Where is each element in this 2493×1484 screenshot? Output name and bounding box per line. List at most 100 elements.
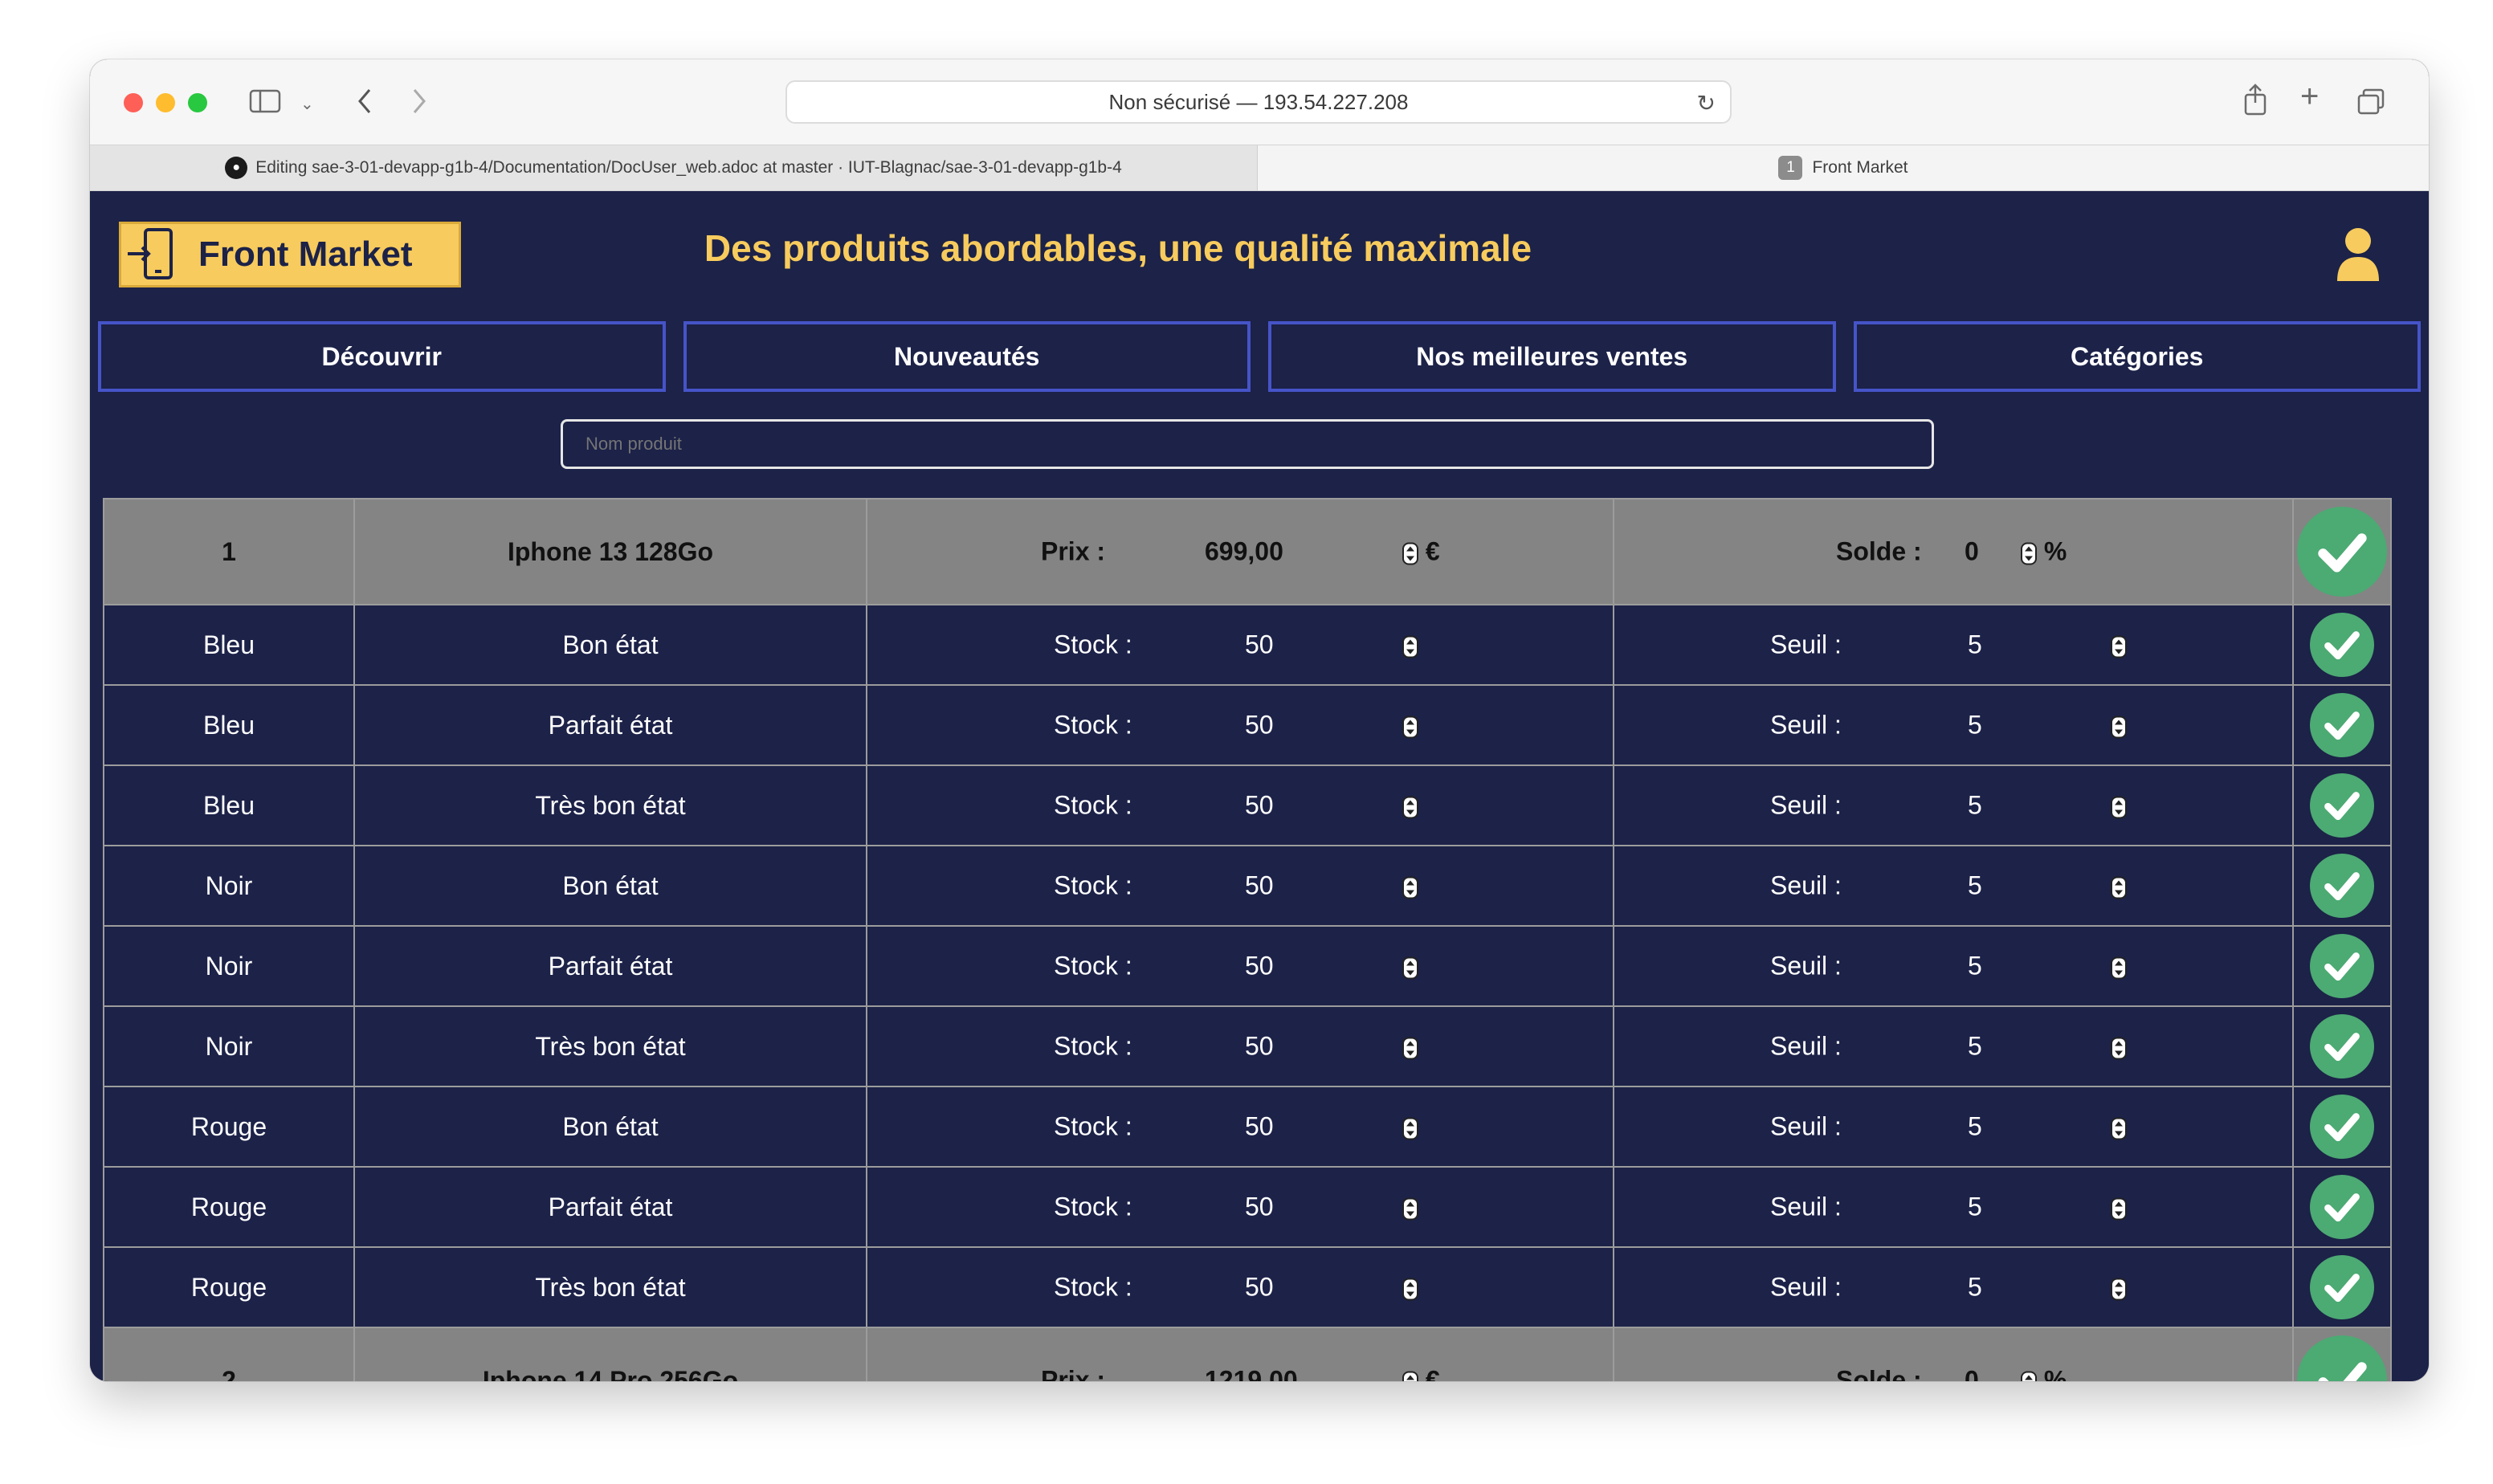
stock-label: Stock : xyxy=(1054,790,1132,820)
stock-stepper[interactable] xyxy=(1402,1112,1418,1142)
confirm-variant-button[interactable] xyxy=(2310,613,2374,677)
stock-cell: Stock : 50 xyxy=(866,1166,1614,1248)
variant-row: Bleu Bon état Stock : 50 Seuil : 5 xyxy=(103,604,2392,686)
variant-row: Bleu Parfait état Stock : 50 Seuil : 5 xyxy=(103,684,2392,766)
sale-stepper[interactable]: % xyxy=(2021,537,2067,567)
nav-nouveautes-button[interactable]: Nouveautés xyxy=(683,321,1251,392)
sale-stepper[interactable]: % xyxy=(2021,1366,2067,1381)
confirm-variant-button[interactable] xyxy=(2310,934,2374,998)
threshold-input[interactable]: 5 xyxy=(1968,952,1982,981)
stock-stepper[interactable] xyxy=(1402,791,1418,821)
sale-input[interactable]: 0 xyxy=(1965,537,1979,567)
browser-toolbar: ⌄ Non sécurisé — 193.54.227.208 ↻ + xyxy=(90,59,2429,145)
threshold-stepper[interactable] xyxy=(2111,711,2127,740)
stock-input[interactable]: 50 xyxy=(1245,1032,1274,1062)
stock-input[interactable]: 50 xyxy=(1245,791,1274,821)
tab-overview-icon[interactable] xyxy=(2356,88,2385,120)
forward-icon[interactable] xyxy=(410,87,429,120)
stock-input[interactable]: 50 xyxy=(1245,1273,1274,1303)
confirm-variant-button[interactable] xyxy=(2310,1175,2374,1239)
stock-stepper[interactable] xyxy=(1402,952,1418,981)
price-stepper[interactable]: € xyxy=(1402,1366,1440,1381)
tab-badge: 1 xyxy=(1778,156,1803,180)
confirm-product-button[interactable] xyxy=(2297,507,2387,597)
threshold-cell: Seuil : 5 xyxy=(1613,764,2294,846)
stepper-icon xyxy=(1402,1371,1418,1381)
threshold-input[interactable]: 5 xyxy=(1968,711,1982,740)
price-label: Prix : xyxy=(1041,1365,1106,1382)
checkmark-icon xyxy=(2324,1113,2360,1142)
stock-stepper[interactable] xyxy=(1402,1273,1418,1303)
new-tab-icon[interactable]: + xyxy=(2300,80,2319,112)
stock-cell: Stock : 50 xyxy=(866,845,1614,927)
confirm-variant-button[interactable] xyxy=(2310,1095,2374,1159)
threshold-stepper[interactable] xyxy=(2111,791,2127,821)
threshold-input[interactable]: 5 xyxy=(1968,630,1982,660)
stock-stepper[interactable] xyxy=(1402,1032,1418,1062)
confirm-variant-button[interactable] xyxy=(2310,854,2374,918)
product-id: 1 xyxy=(103,498,355,605)
confirm-cell xyxy=(2292,684,2392,766)
price-input[interactable]: 1219,00 xyxy=(1205,1366,1298,1382)
threshold-stepper[interactable] xyxy=(2111,952,2127,981)
nav-decouvrir-button[interactable]: Découvrir xyxy=(98,321,666,392)
reload-icon[interactable]: ↻ xyxy=(1697,90,1716,116)
stock-input[interactable]: 50 xyxy=(1245,952,1274,981)
stock-input[interactable]: 50 xyxy=(1245,871,1274,901)
stock-input[interactable]: 50 xyxy=(1245,630,1274,660)
confirm-variant-button[interactable] xyxy=(2310,773,2374,838)
threshold-stepper[interactable] xyxy=(2111,630,2127,660)
threshold-cell: Seuil : 5 xyxy=(1613,1005,2294,1087)
price-input[interactable]: 699,00 xyxy=(1205,537,1283,567)
threshold-input[interactable]: 5 xyxy=(1968,871,1982,901)
threshold-stepper[interactable] xyxy=(2111,1112,2127,1142)
confirm-variant-button[interactable] xyxy=(2310,1255,2374,1319)
nav-categories-button[interactable]: Catégories xyxy=(1853,321,2421,392)
logo-text: Front Market xyxy=(198,234,413,274)
confirm-product-button[interactable] xyxy=(2297,1335,2387,1381)
confirm-variant-button[interactable] xyxy=(2310,693,2374,757)
stock-stepper[interactable] xyxy=(1402,871,1418,901)
stock-input[interactable]: 50 xyxy=(1245,711,1274,740)
logo[interactable]: Front Market xyxy=(119,222,461,287)
tab-github[interactable]: ● Editing sae-3-01-devapp-g1b-4/Document… xyxy=(90,145,1258,190)
checkmark-icon xyxy=(2324,952,2360,981)
stock-input[interactable]: 50 xyxy=(1245,1112,1274,1142)
price-stepper[interactable]: € xyxy=(1402,537,1440,567)
stock-input[interactable]: 50 xyxy=(1245,1192,1274,1222)
sale-cell: Solde : 0 % xyxy=(1613,498,2294,605)
threshold-input[interactable]: 5 xyxy=(1968,1192,1982,1222)
threshold-input[interactable]: 5 xyxy=(1968,1032,1982,1062)
stock-stepper[interactable] xyxy=(1402,630,1418,660)
search-input[interactable] xyxy=(561,419,1934,469)
back-icon[interactable] xyxy=(355,87,374,120)
checkmark-icon xyxy=(2324,711,2360,740)
threshold-stepper[interactable] xyxy=(2111,1192,2127,1222)
zoom-window-button[interactable] xyxy=(188,93,207,112)
threshold-input[interactable]: 5 xyxy=(1968,1112,1982,1142)
threshold-stepper[interactable] xyxy=(2111,1273,2127,1303)
close-window-button[interactable] xyxy=(124,93,143,112)
stock-stepper[interactable] xyxy=(1402,711,1418,740)
checkmark-icon xyxy=(2324,1274,2360,1303)
confirm-cell xyxy=(2292,1086,2392,1168)
tab-front-market[interactable]: 1 Front Market xyxy=(1258,145,2429,190)
threshold-stepper[interactable] xyxy=(2111,1032,2127,1062)
threshold-stepper[interactable] xyxy=(2111,871,2127,901)
minimize-window-button[interactable] xyxy=(156,93,175,112)
variant-condition: Bon état xyxy=(353,604,867,686)
threshold-input[interactable]: 5 xyxy=(1968,791,1982,821)
confirm-variant-button[interactable] xyxy=(2310,1014,2374,1078)
stock-stepper[interactable] xyxy=(1402,1192,1418,1222)
user-icon[interactable] xyxy=(2336,225,2381,283)
share-icon[interactable] xyxy=(2242,84,2268,120)
sidebar-toggle-icon[interactable] xyxy=(249,88,281,118)
chevron-down-icon[interactable]: ⌄ xyxy=(300,92,314,117)
percent-label: % xyxy=(2043,536,2067,566)
nav-meilleures-ventes-button[interactable]: Nos meilleures ventes xyxy=(1268,321,1836,392)
stock-label: Stock : xyxy=(1054,1272,1132,1302)
address-bar[interactable]: Non sécurisé — 193.54.227.208 ↻ xyxy=(785,80,1732,124)
threshold-input[interactable]: 5 xyxy=(1968,1273,1982,1303)
sale-input[interactable]: 0 xyxy=(1965,1366,1979,1382)
variant-color: Bleu xyxy=(103,684,355,766)
